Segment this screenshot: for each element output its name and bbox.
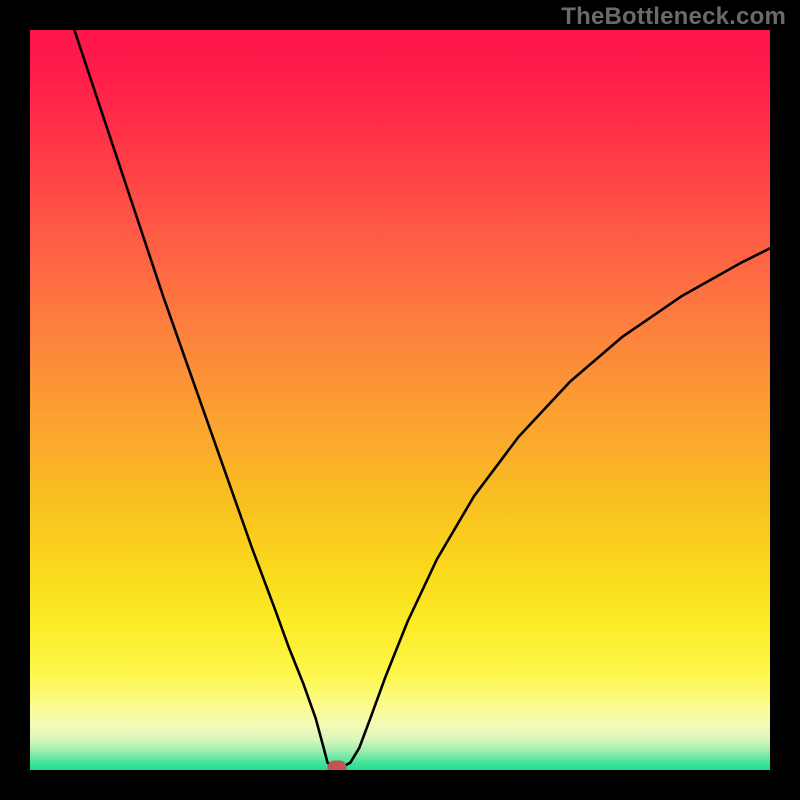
chart-frame: TheBottleneck.com <box>0 0 800 800</box>
bottleneck-curve <box>30 30 770 770</box>
watermark-text: TheBottleneck.com <box>561 3 786 31</box>
optimum-marker <box>328 760 347 770</box>
plot-area <box>30 30 770 770</box>
